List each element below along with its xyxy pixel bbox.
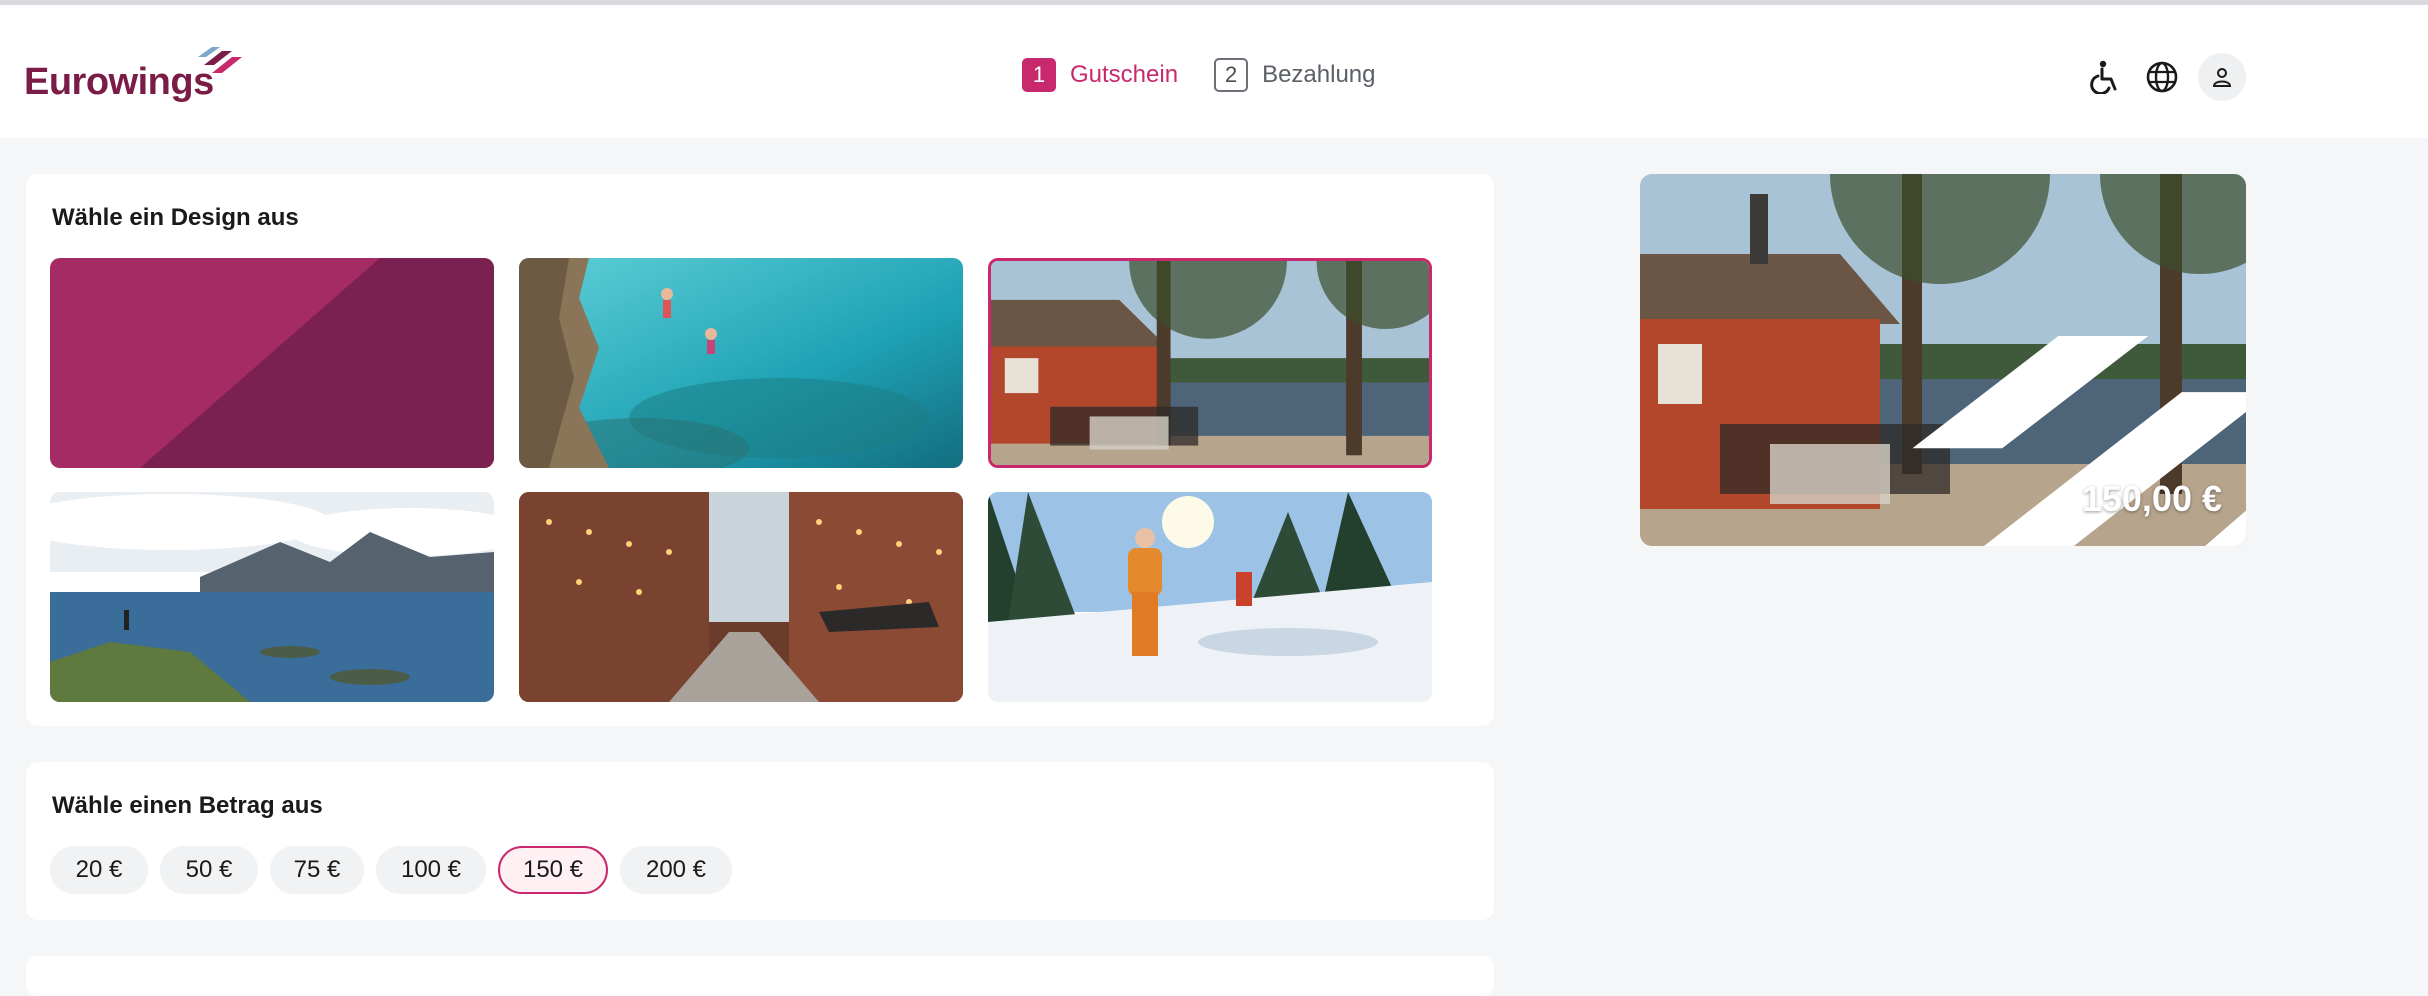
voucher-preview: 150,00 € <box>1640 174 2246 546</box>
step-label: Gutschein <box>1070 61 1179 88</box>
step-number: 1 <box>1022 58 1056 92</box>
next-section-card <box>26 956 1494 996</box>
step-gutschein[interactable]: 1 Gutschein <box>1022 58 1178 92</box>
design-tile-red-cabin-lake[interactable] <box>988 258 1432 468</box>
amount-section-title: Wähle einen Betrag aus <box>52 792 323 819</box>
amount-option-selected[interactable]: 150 € <box>498 846 608 894</box>
globe-icon[interactable] <box>2140 55 2184 99</box>
design-card: Wähle ein Design aus <box>26 174 1494 726</box>
amount-option[interactable]: 200 € <box>620 846 732 894</box>
user-icon[interactable] <box>2198 53 2246 101</box>
amount-option[interactable]: 100 € <box>376 846 486 894</box>
accessibility-icon[interactable] <box>2084 55 2128 99</box>
design-tile-cliff-jump-sea[interactable] <box>519 258 963 468</box>
eurowings-logo[interactable]: Eurowings <box>24 43 244 113</box>
step-label: Bezahlung <box>1262 61 1376 88</box>
logo-mark-icon <box>198 47 242 73</box>
design-section-title: Wähle ein Design aus <box>52 204 299 231</box>
step-bezahlung[interactable]: 2 Bezahlung <box>1214 58 1376 92</box>
design-tile-plain-magenta[interactable] <box>50 258 494 468</box>
amount-option[interactable]: 50 € <box>160 846 258 894</box>
step-number: 2 <box>1214 58 1249 92</box>
amount-options: 20 € 50 € 75 € 100 € 150 € 200 € <box>50 846 744 894</box>
amount-card: Wähle einen Betrag aus 20 € 50 € 75 € 10… <box>26 762 1494 920</box>
preview-amount: 150,00 € <box>2081 478 2222 519</box>
amount-option[interactable]: 75 € <box>270 846 364 894</box>
design-tile-mountain-fjord[interactable] <box>50 492 494 702</box>
amount-option[interactable]: 20 € <box>50 846 148 894</box>
design-tile-brick-street-lights[interactable] <box>519 492 963 702</box>
design-tile-snow-ski-touring[interactable] <box>988 492 1432 702</box>
header: Eurowings 1 Gutschein 2 Bezahlung <box>0 5 2428 138</box>
checkout-steps: 1 Gutschein 2 Bezahlung <box>1022 53 1412 97</box>
